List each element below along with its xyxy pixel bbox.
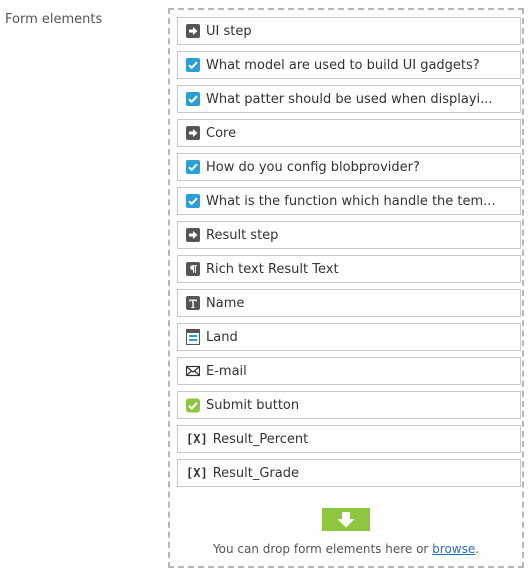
drop-zone-suffix: .: [475, 542, 480, 556]
paragraph-icon: [186, 262, 200, 276]
form-element-item[interactable]: Name: [177, 289, 521, 317]
form-element-item[interactable]: UI step: [177, 17, 521, 45]
form-element-item[interactable]: Land: [177, 323, 521, 351]
form-element-label: UI step: [206, 23, 252, 39]
checkbox-icon: [186, 194, 200, 208]
submit-check-icon: [186, 398, 200, 412]
form-element-label: E-mail: [206, 363, 247, 379]
form-element-label: Result_Grade: [212, 465, 299, 481]
drop-arrow-icon: [322, 508, 370, 531]
form-elements-list: UI step What model are used to build UI …: [177, 17, 521, 493]
form-element-label: Rich text Result Text: [206, 261, 339, 277]
form-element-label: Land: [206, 329, 238, 345]
step-arrow-icon: [186, 228, 200, 242]
form-element-label: What is the function which handle the te…: [206, 193, 496, 209]
form-element-label: What model are used to build UI gadgets?: [206, 57, 480, 73]
form-element-item[interactable]: [X] Result_Percent: [177, 425, 521, 453]
form-element-item[interactable]: Rich text Result Text: [177, 255, 521, 283]
form-elements-drop-area[interactable]: UI step What model are used to build UI …: [168, 8, 524, 568]
form-element-item[interactable]: [X] Result_Grade: [177, 459, 521, 487]
form-element-label: Submit button: [206, 397, 300, 413]
variable-icon: [X]: [186, 432, 208, 446]
form-element-label: Name: [206, 295, 245, 311]
select-list-icon: [186, 329, 200, 345]
form-element-item[interactable]: What model are used to build UI gadgets?: [177, 51, 521, 79]
form-element-label: How do you config blobprovider?: [206, 159, 420, 175]
drop-zone-message: You can drop form elements here or: [212, 542, 433, 556]
form-element-item[interactable]: How do you config blobprovider?: [177, 153, 521, 181]
form-element-item[interactable]: Submit button: [177, 391, 521, 419]
step-arrow-icon: [186, 24, 200, 38]
form-element-label: Result_Percent: [212, 431, 309, 447]
checkbox-icon: [186, 92, 200, 106]
envelope-icon: [186, 364, 200, 378]
form-element-item[interactable]: What patter should be used when displayi…: [177, 85, 521, 113]
form-element-item[interactable]: Core: [177, 119, 521, 147]
drop-zone[interactable]: You can drop form elements here or brows…: [170, 508, 522, 556]
browse-link[interactable]: browse: [432, 542, 475, 556]
text-field-icon: [186, 296, 200, 310]
form-elements-label: Form elements: [5, 12, 103, 27]
form-element-item[interactable]: Result step: [177, 221, 521, 249]
variable-icon: [X]: [186, 466, 208, 480]
step-arrow-icon: [186, 126, 200, 140]
checkbox-icon: [186, 58, 200, 72]
form-element-label: Core: [206, 125, 237, 141]
form-element-label: Result step: [206, 227, 279, 243]
checkbox-icon: [186, 160, 200, 174]
form-element-label: What patter should be used when displayi…: [206, 91, 493, 107]
drop-zone-text: You can drop form elements here or brows…: [170, 542, 522, 556]
form-element-item[interactable]: E-mail: [177, 357, 521, 385]
form-element-item[interactable]: What is the function which handle the te…: [177, 187, 521, 215]
